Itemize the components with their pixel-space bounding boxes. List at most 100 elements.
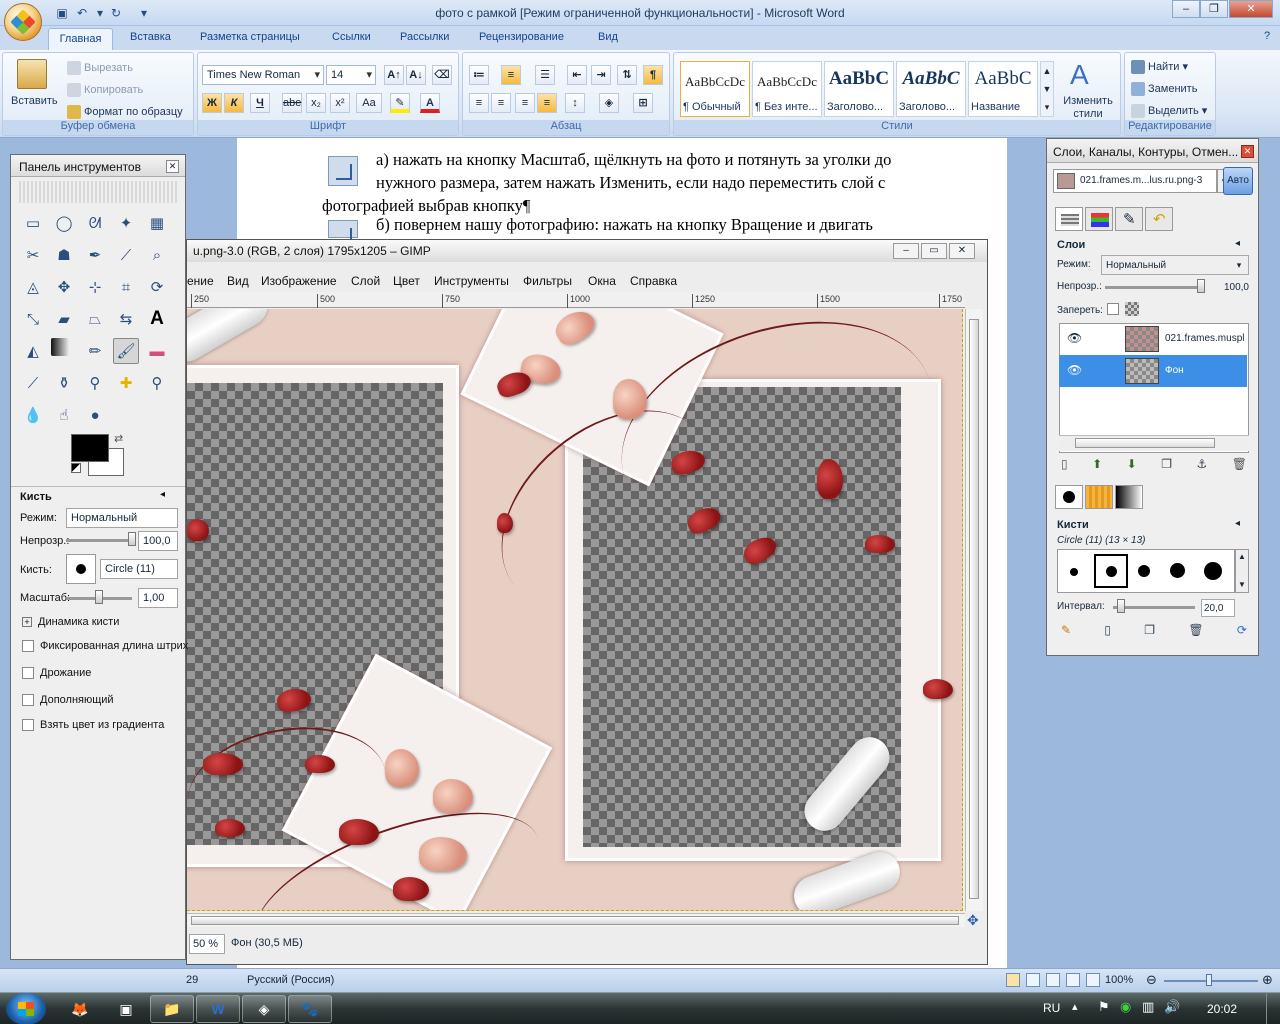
highlight-icon[interactable]: ✎ <box>390 93 410 113</box>
underline-button[interactable]: Ч <box>250 93 270 113</box>
blend-icon[interactable] <box>51 338 69 356</box>
foreground-select-icon[interactable]: ☗ <box>51 242 77 268</box>
image-canvas[interactable] <box>187 309 963 911</box>
start-button[interactable] <box>6 993 46 1024</box>
scale-slider-knob[interactable] <box>95 590 103 604</box>
auto-button[interactable]: Авто <box>1223 167 1253 195</box>
align-right-icon[interactable]: ≡ <box>515 93 535 113</box>
subscript-button[interactable]: x₂ <box>306 93 326 113</box>
show-desktop-button[interactable] <box>1266 993 1280 1024</box>
scale-icon[interactable]: ⤡ <box>20 306 46 332</box>
font-color-icon[interactable]: A <box>420 93 440 113</box>
tab-insert[interactable]: Вставка <box>130 31 171 43</box>
fuzzy-select-icon[interactable]: ✦ <box>113 210 139 236</box>
menu-color[interactable]: Цвет <box>393 274 420 288</box>
clear-format-button[interactable]: ⌫ <box>432 65 452 85</box>
security-icon[interactable]: ◉ <box>1120 999 1131 1015</box>
cut-button[interactable]: Вырезать <box>67 61 133 75</box>
style-no-spacing[interactable]: AaBbCcDc ¶ Без инте... <box>752 61 822 117</box>
raise-layer-icon[interactable]: ⬆ <box>1092 457 1102 477</box>
help-icon[interactable]: ? <box>1264 30 1270 42</box>
brush-dynamics-expander[interactable]: + Динамика кисти <box>22 616 119 628</box>
gimp-minimize-button[interactable]: – <box>893 243 919 259</box>
close-button[interactable]: ✕ <box>1229 0 1273 18</box>
fixed-length-checkbox[interactable]: Фиксированная длина штрих <box>22 640 188 653</box>
select-button[interactable]: Выделить ▾ <box>1131 104 1207 119</box>
swap-colors-icon[interactable]: ⇄ <box>114 432 123 445</box>
font-size-select[interactable]: 14 <box>326 65 376 85</box>
numbering-icon[interactable]: ≡ <box>501 65 521 85</box>
pilcrow-icon[interactable]: ¶ <box>643 65 663 85</box>
line-spacing-icon[interactable]: ↕ <box>565 93 585 113</box>
brush-xxlarge-icon[interactable] <box>1204 562 1222 580</box>
strikethrough-button[interactable]: abe <box>282 93 302 113</box>
ellipse-select-icon[interactable]: ◯ <box>51 210 77 236</box>
text-icon[interactable]: A <box>144 306 170 332</box>
tool-options-menu-icon[interactable]: ◂ <box>160 489 165 500</box>
zoom-out-icon[interactable]: ⊖ <box>1146 972 1157 988</box>
eraser-icon[interactable]: ▬ <box>144 338 170 364</box>
reset-colors-icon[interactable] <box>71 463 81 473</box>
duplicate-brush-icon[interactable]: ❐ <box>1144 623 1155 643</box>
delete-layer-icon[interactable]: 🗑 <box>1232 457 1247 477</box>
italic-button[interactable]: К <box>224 93 244 113</box>
tab-view[interactable]: Вид <box>598 31 618 43</box>
tab-review[interactable]: Рецензирование <box>479 31 564 43</box>
minimize-button[interactable]: – <box>1172 0 1200 18</box>
menu-filters[interactable]: Фильтры <box>523 274 572 288</box>
channels-tab[interactable] <box>1085 207 1113 231</box>
bucket-fill-icon[interactable]: ◭ <box>20 338 46 364</box>
find-button[interactable]: Найти ▾ <box>1131 60 1188 75</box>
opacity-slider-knob[interactable] <box>128 532 136 546</box>
align-icon[interactable]: ⊹ <box>82 274 108 300</box>
brush-selected[interactable] <box>1094 554 1128 588</box>
lock-alpha-icon[interactable] <box>1125 302 1139 316</box>
justify-icon[interactable]: ≡ <box>537 93 557 113</box>
foreground-color-swatch[interactable] <box>71 434 109 462</box>
gradients-tab[interactable] <box>1115 485 1143 509</box>
paintbrush-icon[interactable]: 🖌 <box>113 338 139 364</box>
sort-icon[interactable]: ⇅ <box>617 65 637 85</box>
edit-brush-icon[interactable]: ✎ <box>1061 623 1071 643</box>
align-center-icon[interactable]: ≡ <box>491 93 511 113</box>
color-picker-icon[interactable]: ⟋ <box>113 242 139 268</box>
paste-button[interactable]: Вставить <box>11 95 58 107</box>
scissors-icon[interactable]: ✂ <box>20 242 46 268</box>
airbrush-icon[interactable]: ⟋ <box>20 370 46 396</box>
zoom-slider-knob[interactable] <box>1206 974 1212 986</box>
increase-indent-icon[interactable]: ⇥ <box>591 65 611 85</box>
layer-opacity-knob[interactable] <box>1197 279 1205 293</box>
layers-menu-icon[interactable]: ◂ <box>1235 238 1240 249</box>
navigate-icon[interactable]: ✥ <box>967 912 979 929</box>
brush-mode-select[interactable]: Нормальный <box>66 508 178 528</box>
borders-icon[interactable]: ⊞ <box>633 93 653 113</box>
interval-slider-knob[interactable] <box>1117 599 1126 613</box>
new-brush-icon[interactable]: ▯ <box>1104 623 1111 643</box>
dodge-burn-icon[interactable]: ● <box>82 402 108 428</box>
paths-tab[interactable]: ✎ <box>1115 207 1143 231</box>
font-name-select[interactable]: Times New Roman <box>202 65 324 85</box>
copy-button[interactable]: Копировать <box>67 83 143 97</box>
pencil-icon[interactable]: ✏ <box>82 338 108 364</box>
measure-icon[interactable]: ◬ <box>20 274 46 300</box>
blur-icon[interactable]: 💧 <box>20 402 46 428</box>
menu-help[interactable]: Справка <box>630 274 677 288</box>
zoom-icon[interactable]: ⌕ <box>144 242 170 268</box>
tab-mailings[interactable]: Рассылки <box>400 31 449 43</box>
explorer-taskbar-item[interactable]: 📁 <box>150 995 194 1023</box>
eye-icon[interactable]: 👁 <box>1067 331 1082 345</box>
zoom-level[interactable]: 100% <box>1105 974 1133 986</box>
anchor-layer-icon[interactable]: ⚓ <box>1197 457 1208 477</box>
menu-edit[interactable]: ение <box>187 274 214 288</box>
style-normal[interactable]: AaBbCcDc ¶ Обычный <box>680 61 750 117</box>
multilevel-list-icon[interactable]: ☰ <box>535 65 555 85</box>
opacity-slider[interactable] <box>66 539 132 542</box>
incremental-checkbox[interactable]: Дополняющий <box>22 694 114 707</box>
firefox-icon[interactable]: 🦊 <box>58 995 102 1023</box>
align-left-icon[interactable]: ≡ <box>469 93 489 113</box>
tab-references[interactable]: Ссылки <box>332 31 371 43</box>
action-center-icon[interactable]: ⚑ <box>1098 999 1110 1015</box>
flip-icon[interactable]: ⇆ <box>113 306 139 332</box>
full-screen-icon[interactable] <box>1026 973 1040 987</box>
refresh-brushes-icon[interactable]: ⟳ <box>1237 623 1247 643</box>
